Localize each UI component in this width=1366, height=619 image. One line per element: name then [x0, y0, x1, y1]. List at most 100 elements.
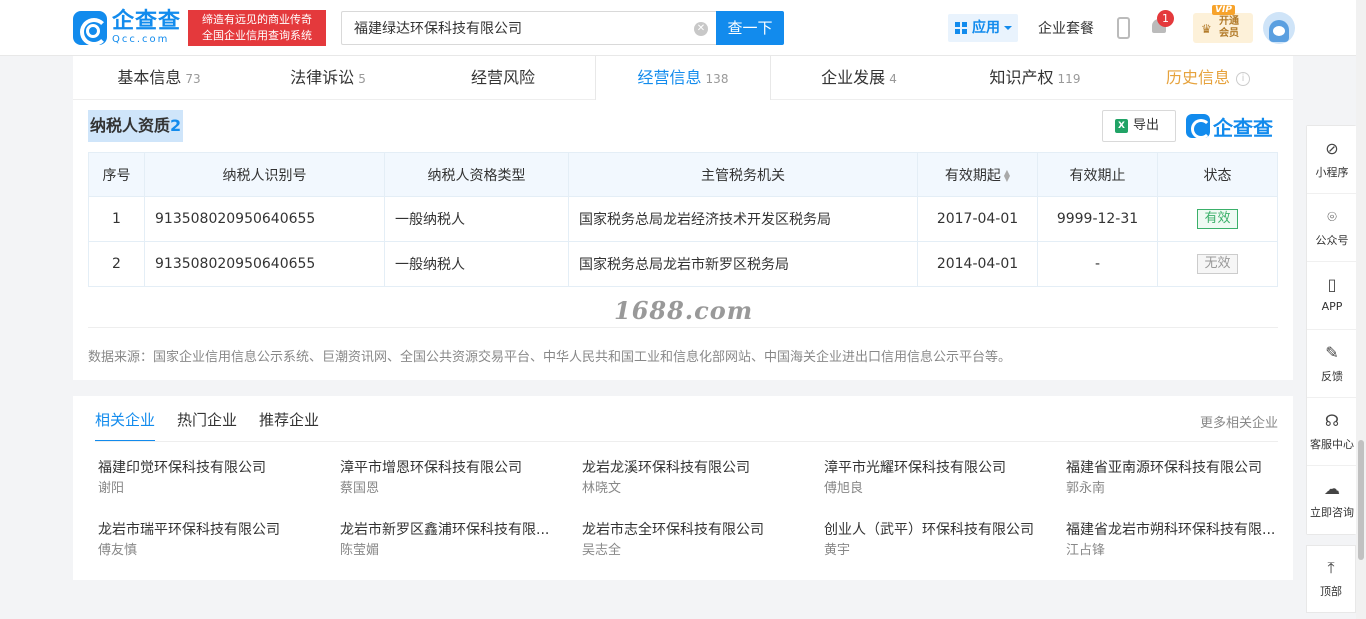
status-badge: 有效 [1197, 209, 1238, 229]
sidebar-item-mini-program[interactable]: ⊘ 小程序 [1307, 126, 1357, 194]
slogan-line-2: 全国企业信用查询系统 [202, 29, 312, 42]
tab-ip[interactable]: 知识产权 119 [947, 56, 1123, 100]
headset-icon: ☊ [1324, 411, 1340, 430]
qr-scan-icon: ⌾ [1327, 207, 1337, 226]
sidebar-item-label: 客服中心 [1310, 438, 1354, 451]
tab-related[interactable]: 相关企业 [95, 408, 156, 442]
sidebar-item-feedback[interactable]: ✎ 反馈 [1307, 330, 1357, 398]
company-name-link[interactable]: 创业人（武平）环保科技有限公司 [824, 520, 1056, 540]
tab-history[interactable]: 历史信息 i [1123, 56, 1293, 100]
sidebar-item-label: APP [1321, 300, 1343, 313]
vip-text-2: 会员 [1219, 28, 1239, 39]
company-name-link[interactable]: 漳平市增恩环保科技有限公司 [340, 458, 572, 478]
legal-person-link[interactable]: 林晓文 [582, 478, 814, 500]
tab-business-info[interactable]: 经营信息 138 [595, 56, 771, 101]
section-title-text: 纳税人资质 [90, 116, 171, 135]
company-name-link[interactable]: 龙岩市瑞平环保科技有限公司 [98, 520, 330, 540]
export-button[interactable]: X 导出 [1102, 110, 1176, 142]
col-type: 纳税人资格类型 [384, 152, 569, 197]
col-authority: 主管税务机关 [568, 152, 918, 197]
tab-label: 基本信息 [117, 68, 182, 87]
tab-label: 法律诉讼 [290, 68, 355, 87]
feedback-icon: ✎ [1325, 343, 1339, 362]
tab-count: 4 [889, 72, 897, 86]
list-item: 龙岩市瑞平环保科技有限公司 傅友慎 [98, 520, 330, 562]
table-row: 2 913508020950640655 一般纳税人 国家税务总局龙岩市新罗区税… [88, 241, 1278, 287]
floating-sidebar: ⊘ 小程序 ⌾ 公众号 ▯ APP ✎ 反馈 ☊ 客服中心 ☁ 立即咨询 ⤒ 顶部 [1306, 125, 1357, 613]
mobile-icon: ▯ [1327, 275, 1337, 294]
page-scrollbar[interactable] [1356, 0, 1366, 619]
tab-risk[interactable]: 经营风险 [411, 56, 595, 100]
tab-count: 5 [358, 72, 366, 86]
legal-person-link[interactable]: 傅旭良 [824, 478, 1056, 500]
tab-label: 企业发展 [821, 68, 886, 87]
col-end-date: 有效期止 [1037, 152, 1158, 197]
section-count: 2 [170, 116, 182, 135]
user-avatar[interactable] [1263, 12, 1295, 44]
tab-hot[interactable]: 热门企业 [177, 408, 237, 442]
clear-icon[interactable]: ✕ [694, 22, 708, 36]
company-name-link[interactable]: 龙岩龙溪环保科技有限公司 [582, 458, 814, 478]
legal-person-link[interactable]: 江占锋 [1066, 540, 1298, 562]
sidebar-item-app[interactable]: ▯ APP [1307, 262, 1357, 330]
notification-badge: 1 [1157, 10, 1174, 27]
qcc-logo-icon [73, 11, 108, 46]
related-tabs: 相关企业 热门企业 推荐企业 [95, 408, 341, 442]
search-input[interactable] [342, 12, 672, 44]
enterprise-package-link[interactable]: 企业套餐 [1038, 18, 1094, 38]
col-start-date[interactable]: 有效期起 ▲ ▼ [917, 152, 1038, 197]
search-button[interactable]: 查一下 [716, 11, 784, 45]
more-related-link[interactable]: 更多相关企业 [1200, 412, 1278, 431]
col-tax-id: 纳税人识别号 [144, 152, 385, 197]
tab-label: 经营风险 [470, 68, 535, 87]
taxpayer-table: 序号 纳税人识别号 纳税人资格类型 主管税务机关 有效期起 ▲ ▼ 有效期止 状态 … [88, 152, 1278, 287]
tab-recommended[interactable]: 推荐企业 [259, 408, 319, 442]
company-name-link[interactable]: 龙岩市志全环保科技有限公司 [582, 520, 814, 540]
related-company-grid: 福建印觉环保科技有限公司 谢阳 漳平市增恩环保科技有限公司 蔡国恩 龙岩龙溪环保科技… [98, 458, 1278, 562]
app-menu-button[interactable]: 应用 [948, 14, 1018, 42]
legal-person-link[interactable]: 黄宇 [824, 540, 1056, 562]
legal-person-link[interactable]: 陈莹媚 [340, 540, 572, 562]
scrollbar-thumb[interactable] [1358, 440, 1364, 560]
sidebar-item-service[interactable]: ☊ 客服中心 [1307, 398, 1357, 466]
legal-person-link[interactable]: 郭永南 [1066, 478, 1298, 500]
cell-end-date: 9999-12-31 [1037, 196, 1158, 242]
company-name-link[interactable]: 福建印觉环保科技有限公司 [98, 458, 330, 478]
list-item: 漳平市增恩环保科技有限公司 蔡国恩 [340, 458, 572, 500]
list-item: 福建印觉环保科技有限公司 谢阳 [98, 458, 330, 500]
list-item: 创业人（武平）环保科技有限公司 黄宇 [824, 520, 1056, 562]
cell-authority: 国家税务总局龙岩经济技术开发区税务局 [568, 196, 918, 242]
company-name-link[interactable]: 龙岩市新罗区鑫浦环保科技有限... [340, 520, 572, 540]
tab-basic-info[interactable]: 基本信息 73 [73, 56, 245, 100]
sidebar-item-official-account[interactable]: ⌾ 公众号 [1307, 194, 1357, 262]
info-icon: i [1236, 71, 1250, 86]
sidebar-item-consult[interactable]: ☁ 立即咨询 [1307, 466, 1357, 534]
legal-person-link[interactable]: 蔡国恩 [340, 478, 572, 500]
back-to-top-label: 顶部 [1320, 585, 1342, 598]
legal-person-link[interactable]: 傅友慎 [98, 540, 330, 562]
qcc-logo[interactable]: 企查查 Qcc.com [73, 10, 186, 46]
app-grid-icon [955, 22, 967, 34]
cell-index: 1 [88, 196, 145, 242]
tab-legal[interactable]: 法律诉讼 5 [245, 56, 411, 100]
company-name-link[interactable]: 福建省亚南源环保科技有限公司 [1066, 458, 1298, 478]
company-name-link[interactable]: 福建省龙岩市朔科环保科技有限... [1066, 520, 1298, 540]
tab-label: 历史信息 [1165, 68, 1230, 87]
tab-count: 73 [185, 72, 201, 86]
cell-status: 有效 [1157, 196, 1278, 242]
legal-person-link[interactable]: 吴志全 [582, 540, 814, 562]
vip-button[interactable]: ♛ 开通 会员 [1193, 13, 1253, 43]
cell-type: 一般纳税人 [384, 196, 569, 242]
legal-person-link[interactable]: 谢阳 [98, 478, 330, 500]
company-name-link[interactable]: 漳平市光耀环保科技有限公司 [824, 458, 1056, 478]
tab-development[interactable]: 企业发展 4 [771, 56, 947, 100]
list-item: 福建省龙岩市朔科环保科技有限... 江占锋 [1066, 520, 1298, 562]
cell-authority: 国家税务总局龙岩市新罗区税务局 [568, 241, 918, 287]
tab-count: 119 [1057, 72, 1081, 86]
cell-index: 2 [88, 241, 145, 287]
back-to-top-button[interactable]: ⤒ 顶部 [1306, 545, 1356, 613]
export-label: 导出 [1133, 118, 1160, 133]
mobile-phone-icon[interactable] [1117, 17, 1130, 39]
cell-tax-id: 913508020950640655 [144, 241, 385, 287]
sort-icon[interactable]: ▲ ▼ [1004, 168, 1010, 182]
